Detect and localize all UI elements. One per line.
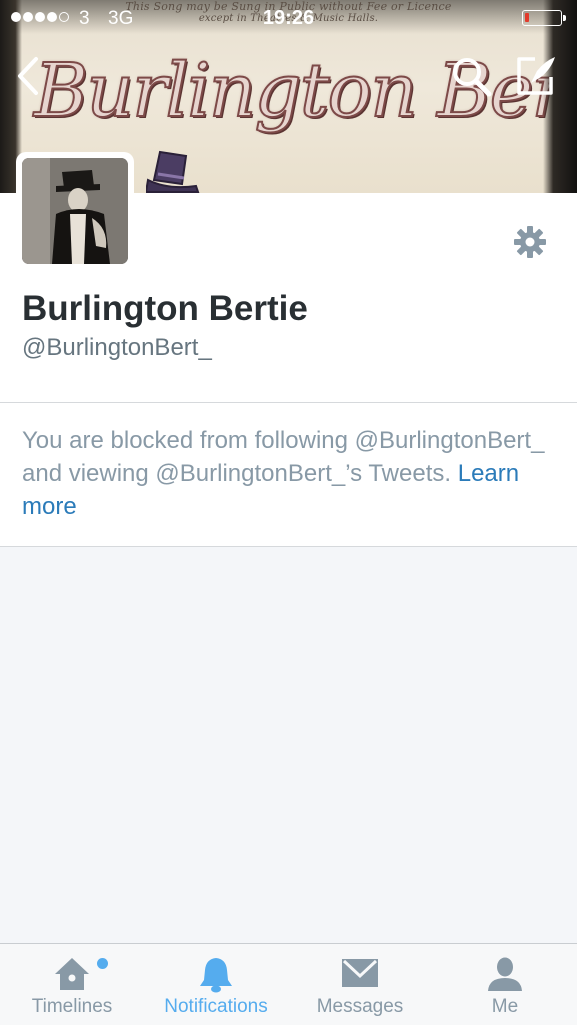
battery-icon (522, 10, 566, 26)
tab-me[interactable]: Me (470, 944, 540, 1025)
avatar[interactable] (22, 158, 128, 264)
divider (0, 546, 577, 547)
search-icon[interactable] (450, 55, 494, 99)
status-time: 19:26 (262, 7, 315, 29)
back-chevron-icon[interactable] (14, 55, 44, 97)
tab-notifications[interactable]: Notifications (152, 944, 280, 1025)
bell-icon (200, 958, 232, 993)
tab-messages-label: Messages (316, 996, 404, 1017)
battery-level (525, 13, 529, 22)
profile-handle: @BurlingtonBert_ (22, 334, 212, 361)
profile-display-name: Burlington Bertie (22, 289, 308, 328)
blocked-message: You are blocked from following @Burlingt… (22, 424, 562, 523)
gear-icon[interactable] (513, 225, 547, 259)
envelope-icon (342, 959, 378, 987)
avatar-frame[interactable] (16, 152, 134, 270)
home-icon (55, 958, 89, 990)
tab-timelines-label: Timelines (31, 996, 113, 1017)
status-bar: 3 3G 19:26 (0, 0, 577, 36)
tab-bar: Timelines Notifications Messages Me (0, 943, 577, 1025)
tab-timelines[interactable]: Timelines (14, 944, 130, 1025)
tab-notifications-label: Notifications (164, 996, 268, 1017)
top-hat-illustration (146, 150, 200, 193)
compose-icon[interactable] (515, 55, 559, 97)
avatar-photo (22, 158, 128, 264)
battery-nub (563, 15, 566, 21)
person-icon (488, 957, 522, 991)
unread-indicator (97, 958, 108, 969)
tab-messages[interactable]: Messages (304, 944, 416, 1025)
tab-me-label: Me (491, 996, 519, 1017)
